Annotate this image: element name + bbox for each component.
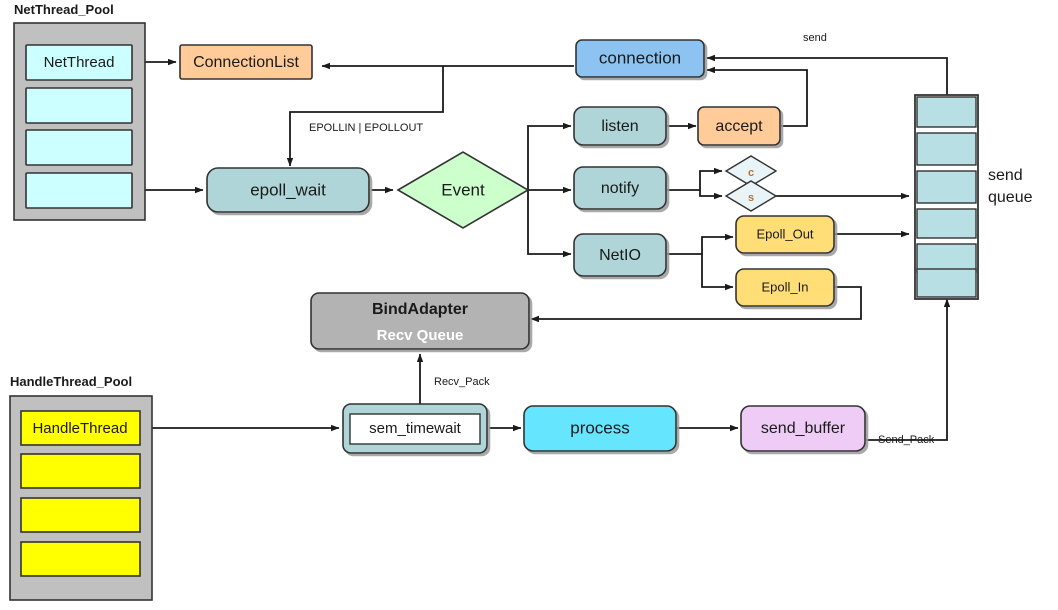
send-queue-cell — [916, 132, 977, 166]
edge-sendqueue-to-connection — [706, 54, 948, 95]
send-queue-cell — [916, 208, 977, 239]
node-sem-timewait[interactable]: sem_timewait — [342, 403, 488, 454]
handlethread-slot-label: HandleThread — [32, 420, 127, 437]
node-netio[interactable]: NetIO — [573, 233, 667, 277]
send-queue-label-line1: send — [988, 167, 1023, 184]
event-label: Event — [441, 180, 485, 199]
handlethread-slot[interactable] — [20, 541, 141, 577]
handlethread-slot[interactable] — [20, 453, 141, 489]
connection-label: connection — [599, 48, 681, 67]
diamond-c-label: c — [748, 167, 754, 179]
diamond-s-label: s — [748, 192, 754, 204]
send-queue-cell — [916, 268, 977, 298]
node-epoll-in[interactable]: Epoll_In — [735, 268, 835, 307]
notify-label: notify — [601, 180, 639, 197]
edge-label-recv-pack: Recv_Pack — [434, 376, 490, 388]
node-epoll-out[interactable]: Epoll_Out — [735, 215, 835, 254]
node-notify[interactable]: notify — [573, 166, 667, 210]
edge-label-send: send — [803, 32, 827, 44]
handlethread-slot[interactable]: HandleThread — [20, 410, 141, 446]
send-queue-cell — [916, 170, 977, 204]
diagram-canvas: NetThread_Pool NetThread ConnectionList … — [0, 0, 1058, 610]
epoll-wait-label: epoll_wait — [250, 180, 326, 199]
netthread-slot[interactable] — [25, 129, 133, 166]
netthread-pool-title: NetThread_Pool — [14, 2, 114, 17]
netthread-slot-label: NetThread — [44, 54, 115, 71]
edge-event-to-netio — [527, 190, 572, 258]
node-connection[interactable]: connection — [575, 39, 705, 78]
send-queue-label-line2: queue — [988, 189, 1033, 206]
handlethread-slot[interactable] — [20, 497, 141, 533]
node-process[interactable]: process — [523, 405, 677, 452]
netio-label: NetIO — [599, 247, 641, 264]
handlethread-pool-title: HandleThread_Pool — [10, 374, 132, 389]
edge-label-epoll-events: EPOLLIN | EPOLLOUT — [309, 122, 423, 134]
accept-label: accept — [715, 118, 763, 135]
bind-adapter-title: BindAdapter — [372, 301, 468, 318]
send-queue-cell — [916, 243, 977, 273]
send-queue-cell — [916, 96, 977, 128]
bind-adapter-subtitle: Recv Queue — [377, 327, 464, 344]
node-accept[interactable]: accept — [697, 106, 781, 146]
netthread-pool: NetThread_Pool NetThread — [13, 2, 146, 221]
edge-sendbuffer-to-sendqueue — [866, 298, 951, 441]
edge-netio-split-out — [667, 233, 734, 255]
edge-notify-split — [667, 167, 723, 191]
node-connection-list[interactable]: ConnectionList — [179, 44, 313, 80]
edge-notify-split-s — [699, 190, 723, 200]
connection-list-label: ConnectionList — [193, 54, 299, 71]
node-send-buffer[interactable]: send_buffer — [740, 405, 866, 452]
node-event[interactable]: Event — [396, 151, 530, 229]
epoll-in-label: Epoll_In — [762, 279, 809, 294]
netthread-slot[interactable] — [25, 172, 133, 209]
send-buffer-label: send_buffer — [761, 420, 846, 437]
node-bind-adapter[interactable]: BindAdapter Recv Queue — [310, 292, 530, 350]
listen-label: listen — [601, 118, 638, 135]
edge-epoll-events-to-epollwait — [286, 66, 444, 167]
netthread-slot[interactable]: NetThread — [25, 44, 133, 81]
node-diamond-s[interactable]: s — [724, 180, 778, 212]
node-listen[interactable]: listen — [573, 106, 667, 146]
netthread-slot[interactable] — [25, 87, 133, 124]
handlethread-pool: HandleThread_Pool HandleThread — [9, 374, 153, 601]
edge-netio-split-in — [701, 254, 734, 291]
node-epoll-wait[interactable]: epoll_wait — [206, 167, 370, 213]
sem-timewait-label: sem_timewait — [369, 420, 462, 437]
edge-label-send-pack: Send_Pack — [878, 434, 935, 446]
process-label: process — [570, 418, 630, 437]
node-send-queue[interactable] — [914, 94, 979, 300]
edge-event-to-listen — [527, 122, 572, 190]
epoll-out-label: Epoll_Out — [756, 226, 813, 241]
